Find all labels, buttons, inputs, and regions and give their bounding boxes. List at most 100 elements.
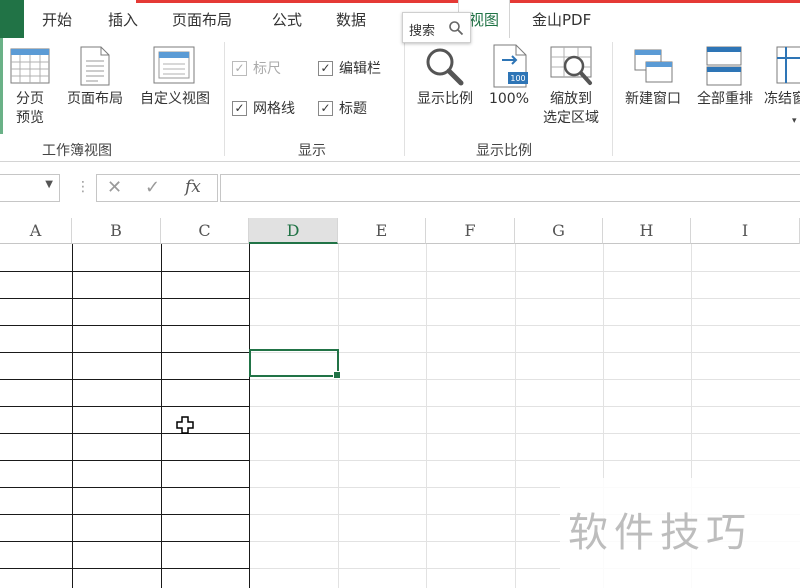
column-header-g[interactable]: G (515, 218, 603, 244)
custom-views-label: 自定义视图 (140, 91, 210, 107)
chevron-down-icon[interactable]: ▾ (792, 116, 797, 126)
column-gridline (338, 244, 339, 588)
tab-home[interactable]: 开始 (42, 9, 72, 30)
ruler-label: 标尺 (253, 61, 281, 77)
new-window-button[interactable]: 新建窗口 (618, 90, 688, 109)
new-window-icon[interactable] (634, 46, 674, 90)
cell-border-horizontal (0, 406, 249, 407)
zoom-to-selection-button[interactable]: 缩放到 选定区域 (536, 90, 606, 128)
column-header-c[interactable]: C (161, 218, 249, 244)
page-layout-view-icon[interactable] (80, 46, 110, 90)
page-layout-view-label: 页面布局 (67, 91, 123, 107)
cell-border-vertical (72, 244, 73, 588)
ruler-check-icon: ✓ (232, 60, 247, 76)
column-gridline (515, 244, 516, 588)
zoom-label: 显示比例 (417, 91, 473, 107)
selection-indicator (0, 38, 3, 134)
arrange-all-button[interactable]: 全部重排 (690, 90, 760, 109)
watermark: 软件技巧 (560, 478, 800, 588)
formula-bar-checkbox[interactable]: ✓ 编辑栏 (318, 58, 381, 78)
formula-buttons: ✕ ✓ fx (96, 174, 218, 202)
cell-border-horizontal (0, 298, 249, 299)
svg-text:100: 100 (510, 74, 525, 83)
page-break-preview-button[interactable]: 分页 预览 (10, 90, 50, 128)
cell-border-horizontal (0, 568, 249, 569)
headings-label: 标题 (339, 101, 367, 117)
group-separator (612, 42, 613, 156)
formula-input[interactable] (220, 174, 800, 202)
column-header-a[interactable]: A (0, 218, 72, 244)
search-icon (449, 21, 464, 36)
gridlines-label: 网格线 (253, 101, 295, 117)
column-header-b[interactable]: B (72, 218, 161, 244)
ribbon: 分页 预览 页面布局 自定义视图 工作簿视图 ✓ 标尺 ✓ 编辑栏 ✓ 网格线 (0, 38, 800, 162)
cell-border-vertical (161, 244, 162, 588)
tab-wps-pdf[interactable]: 金山PDF (532, 9, 591, 30)
cell-border-horizontal (0, 352, 249, 353)
insert-function-icon[interactable]: fx (185, 177, 201, 197)
tab-insert[interactable]: 插入 (108, 9, 138, 30)
headings-checkbox[interactable]: ✓ 标题 (318, 98, 367, 118)
column-header-e[interactable]: E (338, 218, 426, 244)
arrange-all-icon[interactable] (706, 46, 742, 90)
zoom-100-icon[interactable]: 100 (490, 44, 530, 92)
tab-page-layout[interactable]: 页面布局 (172, 9, 232, 30)
active-cell[interactable] (249, 349, 341, 379)
zoom-magnifier-icon[interactable] (424, 46, 464, 90)
search-popup-label: 搜索 (409, 24, 436, 39)
zoom-100-label: 100% (488, 91, 530, 107)
row-gridline (249, 379, 800, 380)
column-header-h[interactable]: H (603, 218, 691, 244)
column-header-d[interactable]: D (249, 218, 338, 244)
headings-check-icon: ✓ (318, 100, 333, 116)
cell-cursor-icon (176, 416, 194, 434)
ruler-checkbox[interactable]: ✓ 标尺 (232, 58, 281, 78)
formula-bar-check-icon: ✓ (318, 60, 333, 76)
tab-data[interactable]: 数据 (336, 9, 366, 30)
file-tab[interactable] (0, 0, 24, 38)
page-layout-view-button[interactable]: 页面布局 (60, 90, 130, 109)
formula-bar-label: 编辑栏 (339, 61, 381, 77)
show-group-label: 显示 (298, 143, 326, 159)
column-header-f[interactable]: F (426, 218, 515, 244)
new-window-label: 新建窗口 (625, 91, 681, 107)
search-popup[interactable]: 搜索 (402, 12, 471, 43)
row-gridline (249, 406, 800, 407)
row-gridline (249, 433, 800, 434)
cell-border-horizontal (0, 487, 249, 488)
cell-border-horizontal (0, 460, 249, 461)
freeze-panes-icon[interactable] (776, 46, 800, 90)
zoom-to-selection-label: 缩放到 选定区域 (543, 91, 599, 126)
group-separator (404, 42, 405, 156)
custom-views-button[interactable]: 自定义视图 (132, 90, 218, 109)
freeze-panes-label: 冻结窗 (764, 91, 800, 107)
zoom-button[interactable]: 显示比例 (410, 90, 480, 109)
name-box[interactable]: ▼ (0, 174, 60, 202)
name-box-dropdown-icon[interactable]: ▼ (45, 179, 53, 190)
formula-bar-resize-handle[interactable]: ⋮ (76, 179, 90, 195)
cancel-icon[interactable]: ✕ (107, 177, 122, 198)
freeze-panes-button[interactable]: 冻结窗 (764, 90, 800, 109)
zoom-100-button[interactable]: 100% (486, 90, 532, 109)
watermark-text: 软件技巧 (568, 510, 752, 556)
column-header-i[interactable]: I (691, 218, 800, 244)
enter-icon[interactable]: ✓ (145, 177, 160, 198)
arrange-all-label: 全部重排 (697, 91, 753, 107)
cell-border-horizontal (0, 433, 249, 434)
zoom-group-label: 显示比例 (476, 143, 532, 159)
cell-border-horizontal (0, 271, 249, 272)
column-gridline (426, 244, 427, 588)
cell-border-horizontal (0, 514, 249, 515)
group-separator (224, 42, 225, 156)
gridlines-checkbox[interactable]: ✓ 网格线 (232, 98, 295, 118)
tab-formulas[interactable]: 公式 (272, 9, 302, 30)
zoom-to-selection-icon[interactable] (550, 46, 594, 90)
row-gridline (249, 271, 800, 272)
page-break-preview-label: 分页 预览 (16, 91, 44, 126)
row-gridline (249, 298, 800, 299)
gridlines-check-icon: ✓ (232, 100, 247, 116)
custom-views-icon[interactable] (153, 46, 195, 90)
workbook-views-group-label: 工作簿视图 (42, 143, 112, 159)
page-break-preview-icon[interactable] (10, 48, 50, 88)
row-gridline (249, 460, 800, 461)
